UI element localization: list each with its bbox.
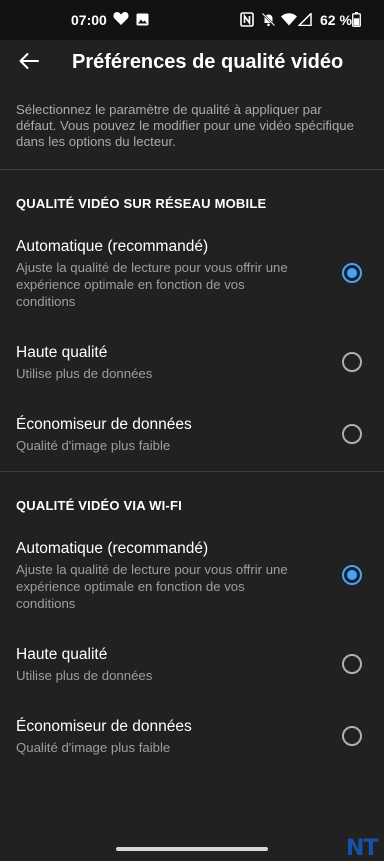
option-wifi-high[interactable]: Haute qualité Utilise plus de données xyxy=(0,646,384,686)
app-bar: Préférences de qualité vidéo xyxy=(0,40,384,86)
home-indicator[interactable] xyxy=(116,847,268,851)
option-title: Automatique (recommandé) xyxy=(16,238,209,255)
battery-percent: 62 % xyxy=(320,12,352,28)
nfc-icon xyxy=(240,12,254,32)
option-title: Économiseur de données xyxy=(16,416,192,433)
radio-mobile-high[interactable] xyxy=(342,352,362,372)
option-description: Utilise plus de données xyxy=(16,668,153,683)
divider xyxy=(0,169,384,170)
radio-wifi-high[interactable] xyxy=(342,654,362,674)
battery-icon xyxy=(352,12,361,32)
option-wifi-datasaver[interactable]: Économiseur de données Qualité d'image p… xyxy=(0,718,384,758)
signal-icon xyxy=(297,11,312,31)
option-mobile-high[interactable]: Haute qualité Utilise plus de données xyxy=(0,344,384,384)
option-description: Ajuste la qualité de lecture pour vous o… xyxy=(16,562,288,611)
option-title: Haute qualité xyxy=(16,646,108,663)
radio-mobile-datasaver[interactable] xyxy=(342,424,362,444)
option-description: Qualité d'image plus faible xyxy=(16,740,171,755)
option-description: Ajuste la qualité de lecture pour vous o… xyxy=(16,260,288,309)
watermark-logo: NT xyxy=(346,836,378,861)
status-time: 07:00 xyxy=(71,12,107,28)
option-title: Économiseur de données xyxy=(16,718,192,735)
radio-wifi-auto[interactable] xyxy=(342,565,362,585)
image-icon xyxy=(136,13,149,31)
option-description: Qualité d'image plus faible xyxy=(16,438,171,453)
radio-wifi-datasaver[interactable] xyxy=(342,726,362,746)
heart-icon xyxy=(113,11,129,31)
page-title: Préférences de qualité vidéo xyxy=(72,51,344,73)
wifi-icon xyxy=(281,13,297,31)
option-title: Automatique (recommandé) xyxy=(16,540,209,557)
section-header-mobile: QUALITÉ VIDÉO SUR RÉSEAU MOBILE xyxy=(16,196,267,211)
bell-off-icon xyxy=(261,12,276,32)
option-mobile-auto[interactable]: Automatique (recommandé) Ajuste la quali… xyxy=(0,238,384,310)
divider xyxy=(0,471,384,472)
option-description: Utilise plus de données xyxy=(16,366,153,381)
radio-mobile-auto[interactable] xyxy=(342,263,362,283)
option-wifi-auto[interactable]: Automatique (recommandé) Ajuste la quali… xyxy=(0,540,384,612)
status-bar: 07:00 62 % xyxy=(0,0,384,40)
option-title: Haute qualité xyxy=(16,344,108,361)
section-header-wifi: QUALITÉ VIDÉO VIA WI-FI xyxy=(16,498,182,513)
settings-description: Sélectionnez le paramètre de qualité à a… xyxy=(16,102,354,149)
arrow-left-icon xyxy=(18,52,40,75)
back-button[interactable] xyxy=(14,48,44,78)
option-mobile-datasaver[interactable]: Économiseur de données Qualité d'image p… xyxy=(0,416,384,456)
